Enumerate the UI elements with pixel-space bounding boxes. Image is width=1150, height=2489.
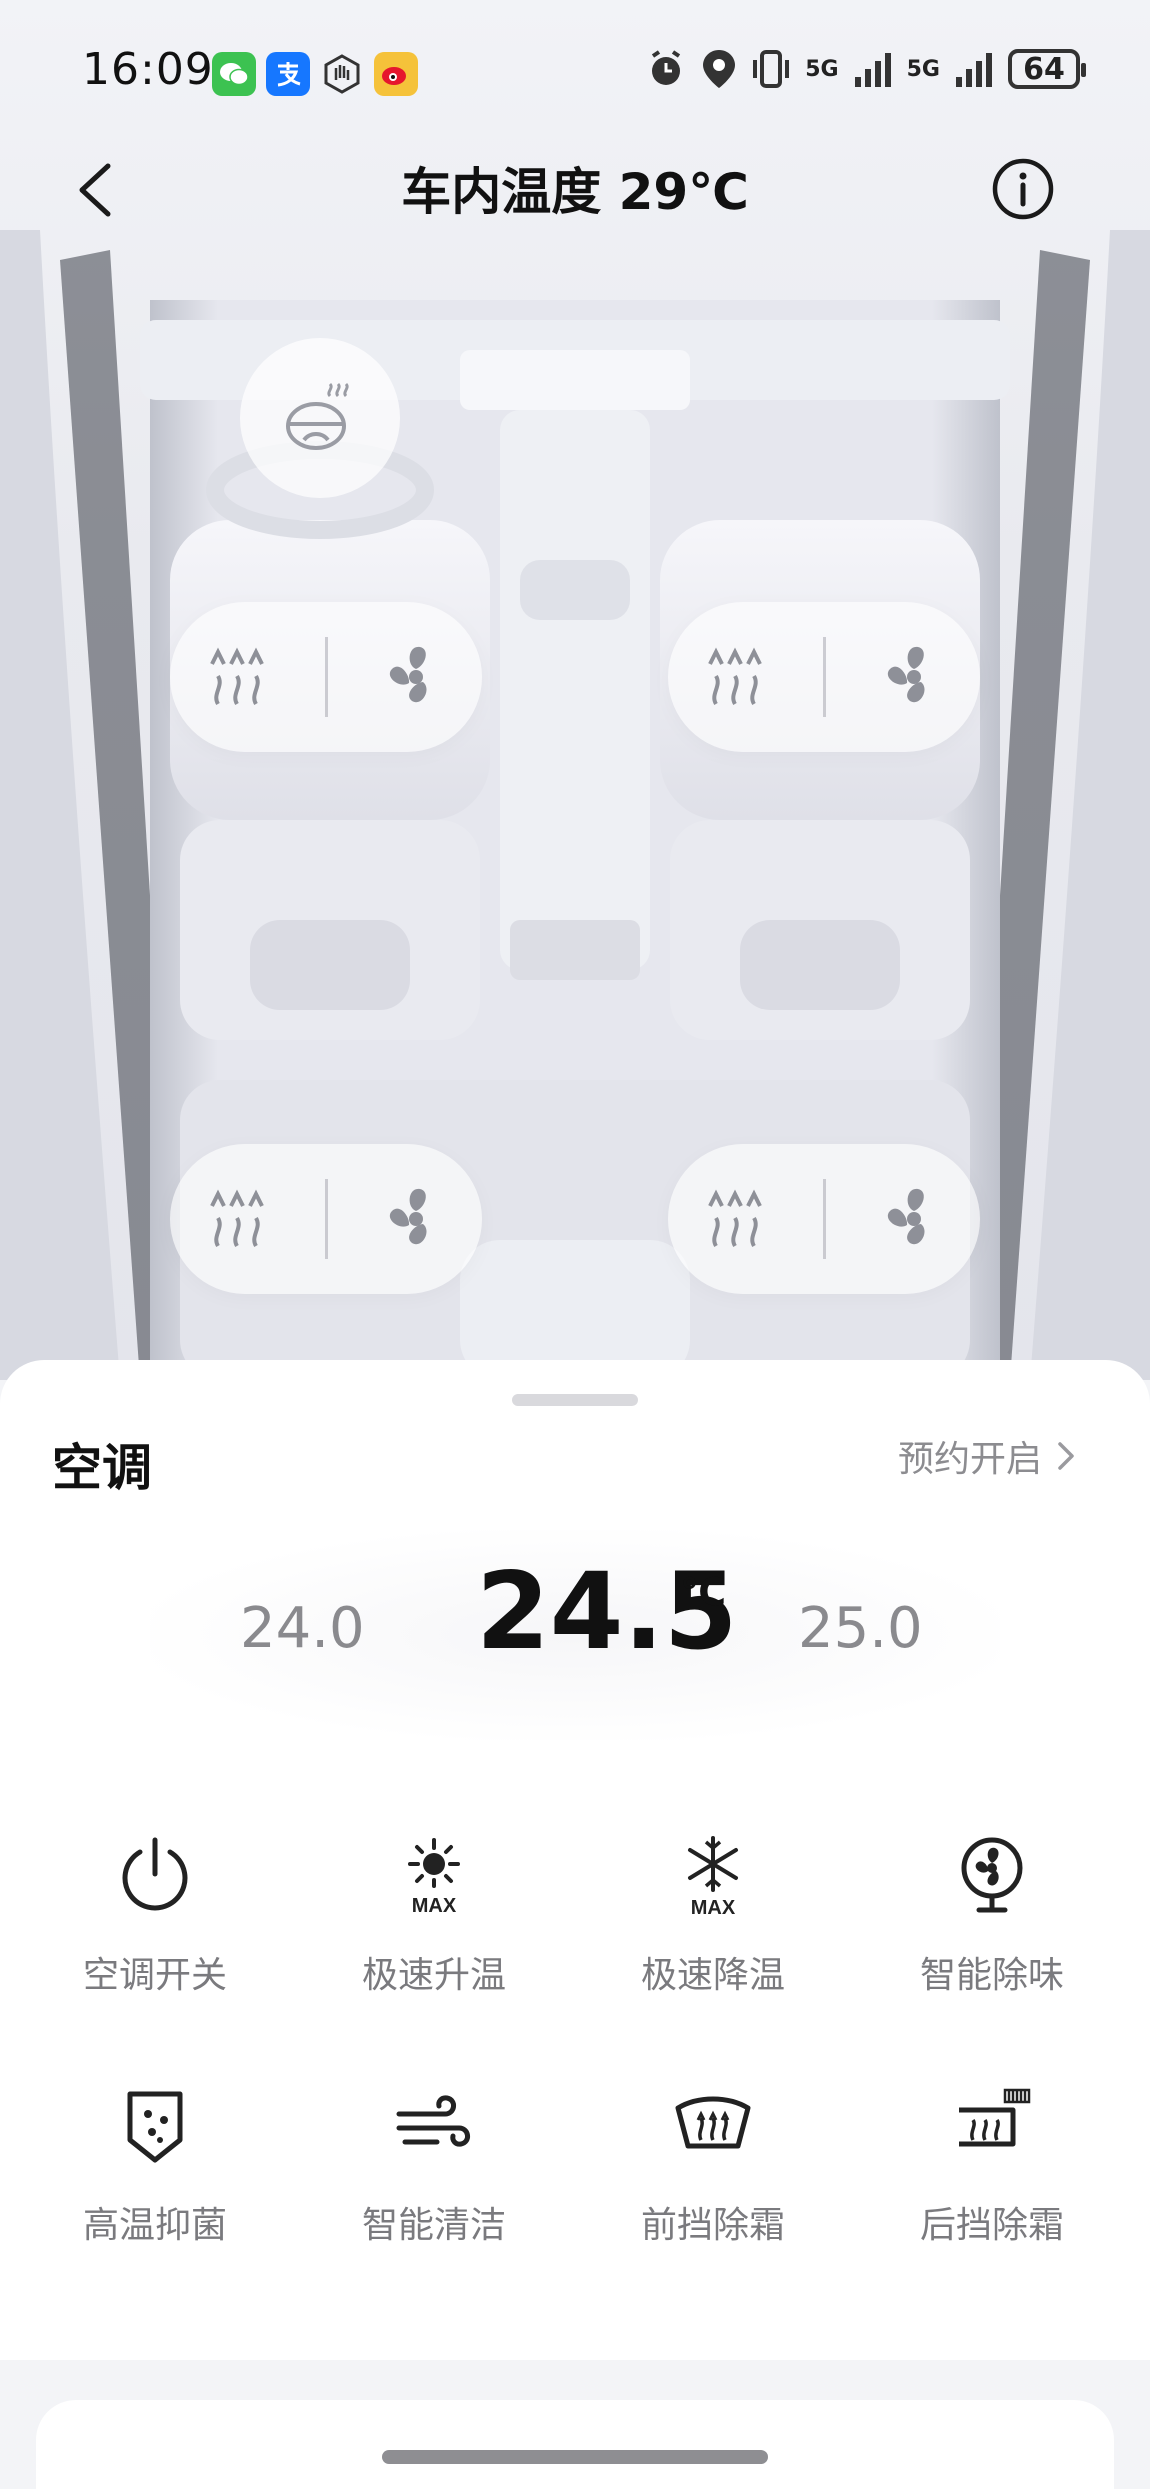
weibo-icon: [374, 52, 418, 96]
smart-clean-button[interactable]: 智能清洁: [314, 2080, 554, 2280]
svg-text:MAX: MAX: [691, 1897, 736, 1919]
seat-ventilation-button[interactable]: [869, 632, 959, 722]
next-card-peek: [36, 2400, 1114, 2489]
hand-icon: [320, 52, 364, 96]
shield-dots-icon: [127, 2091, 183, 2163]
fan-purify-icon: [961, 1837, 1023, 1913]
seat-heat-button[interactable]: [690, 1174, 780, 1264]
function-label: 智能除味: [919, 1955, 1064, 1996]
fan-icon: [389, 646, 427, 703]
sheet-drag-handle[interactable]: [512, 1394, 638, 1406]
power-icon: [122, 1837, 188, 1911]
signal-bars-1-icon: [854, 53, 891, 87]
signal-2-label: 5G: [906, 56, 940, 82]
pill-divider: [324, 1179, 328, 1259]
heat-waves-icon: [707, 647, 762, 706]
wechat-icon: [212, 52, 256, 96]
pill-divider: [822, 637, 826, 717]
seat-control-front-right: [668, 602, 980, 752]
temp-unit: ℃: [680, 1570, 727, 1614]
fan-icon: [887, 1188, 925, 1245]
page-title: 车内温度 29℃: [401, 163, 749, 221]
ac-section-title: 空调: [52, 1439, 152, 1497]
alarm-icon: [652, 50, 681, 85]
alipay-icon: [266, 52, 310, 96]
function-label: 极速降温: [640, 1955, 785, 1996]
steering-wheel-heat-button[interactable]: [240, 338, 400, 498]
seat-ventilation-button[interactable]: [869, 1174, 959, 1264]
climate-control-screen: 16:09 5G 5G 64 车内温度 29℃ 空调 预约开启 24.0 24.…: [0, 0, 1150, 2489]
fan-icon: [389, 1188, 427, 1245]
fan-icon: [887, 646, 925, 703]
sun-max-icon: MAX: [408, 1838, 460, 1917]
car-interior-view: 16:09 5G 5G 64 车内温度 29℃: [0, 0, 1150, 1380]
rapid-heat-button[interactable]: MAX 极速升温: [314, 1830, 554, 2030]
seat-control-rear-left: [170, 1144, 482, 1294]
chevron-right-icon: [1058, 1442, 1074, 1470]
info-icon[interactable]: [990, 156, 1056, 222]
seat-ventilation-button[interactable]: [371, 632, 461, 722]
schedule-label: 预约开启: [897, 1439, 1042, 1480]
location-icon: [703, 50, 736, 88]
seat-control-rear-right: [668, 1144, 980, 1294]
front-defrost-button[interactable]: 前挡除霜: [593, 2080, 833, 2280]
signal-bars-2-icon: [956, 53, 992, 87]
clock: 16:09: [82, 44, 214, 95]
temperature-picker[interactable]: 24.0 24.5 ℃ 25.0: [150, 1530, 1000, 1740]
schedule-link[interactable]: 预约开启: [898, 1430, 1078, 1482]
svg-text:MAX: MAX: [412, 1895, 457, 1917]
ac-power-button[interactable]: 空调开关: [35, 1830, 275, 2030]
seat-ventilation-button[interactable]: [371, 1174, 461, 1264]
seat-heat-button[interactable]: [192, 1174, 282, 1264]
battery-indicator: 64: [1008, 49, 1086, 89]
vibrate-icon: [753, 50, 790, 88]
heat-waves-icon: [707, 1189, 762, 1248]
status-bar: 16:09 5G 5G 64: [0, 0, 1150, 150]
status-indicators: 5G 5G 64: [645, 48, 1086, 90]
seat-control-front-left: [170, 602, 482, 752]
pill-divider: [822, 1179, 826, 1259]
signal-1-label: 5G: [805, 56, 839, 82]
function-label: 智能清洁: [361, 2205, 506, 2246]
wind-icon: [396, 2095, 470, 2147]
steering-wheel-heat-icon: [286, 382, 349, 450]
snowflake-max-icon: MAX: [688, 1836, 738, 1919]
function-label: 空调开关: [82, 1955, 227, 1996]
seat-heat-button[interactable]: [690, 632, 780, 722]
smart-deodorize-button[interactable]: 智能除味: [872, 1830, 1112, 2030]
seat-heat-button[interactable]: [192, 632, 282, 722]
pill-divider: [324, 637, 328, 717]
home-indicator[interactable]: [382, 2450, 768, 2464]
front-defrost-icon: [675, 2096, 751, 2149]
heat-waves-icon: [209, 1189, 264, 1248]
rapid-cool-button[interactable]: MAX 极速降温: [593, 1830, 833, 2030]
rear-defrost-button[interactable]: 后挡除霜: [872, 2080, 1112, 2280]
high-temp-sterilize-button[interactable]: 高温抑菌: [35, 2080, 275, 2280]
temp-prev-option[interactable]: 24.0: [240, 1596, 365, 1661]
temp-next-option[interactable]: 25.0: [798, 1596, 923, 1661]
function-label: 后挡除霜: [919, 2205, 1064, 2246]
ac-bottom-sheet: 空调 预约开启 24.0 24.5 ℃ 25.0 空调开关 MAX 极速升温 M…: [0, 1360, 1150, 2360]
function-label: 高温抑菌: [82, 2205, 227, 2246]
heat-waves-icon: [209, 647, 264, 706]
rear-defrost-icon: [959, 2088, 1031, 2147]
function-label: 前挡除霜: [640, 2205, 785, 2246]
function-label: 极速升温: [361, 1955, 506, 1996]
